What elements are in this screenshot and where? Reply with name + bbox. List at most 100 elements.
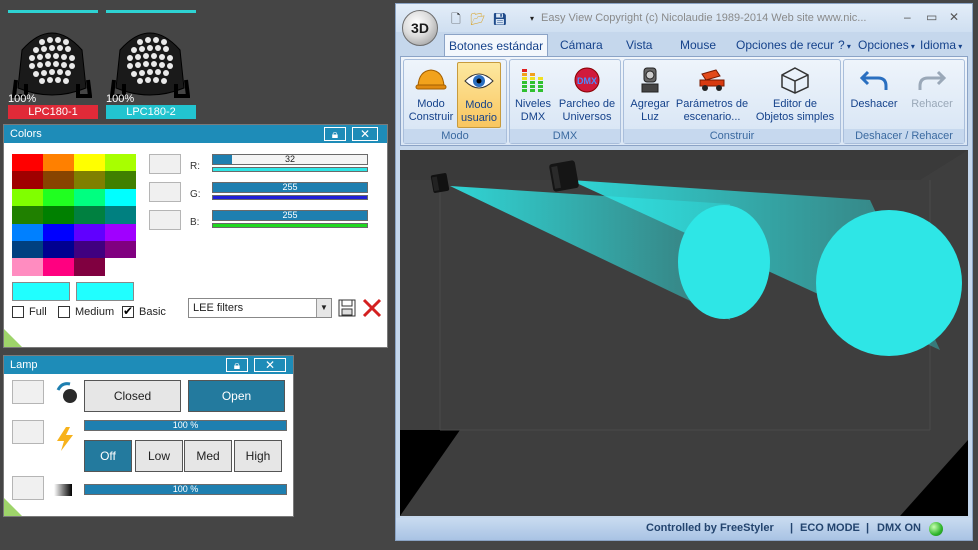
tab-label: Botones estándar [449,39,544,53]
palette-color-cell[interactable] [105,188,136,207]
palette-color-cell[interactable] [12,154,43,172]
resize-grip[interactable] [4,498,22,516]
strobe-off-button[interactable]: Off [84,440,132,472]
niveles-dmx-button[interactable]: Niveles DMX [512,62,554,128]
blue-slider[interactable]: 255 [212,210,368,221]
palette-color-cell[interactable] [43,188,74,207]
full-checkbox[interactable]: Full [12,306,47,318]
palette-color-cell[interactable] [12,258,43,276]
save-icon[interactable] [338,299,356,317]
palette-color-cell[interactable] [105,241,136,259]
minimize-icon[interactable]: – [904,10,911,24]
palette-color-cell[interactable] [105,171,136,189]
shutter-closed-button[interactable]: Closed [84,380,181,412]
modo-usuario-button[interactable]: Modo usuario [457,62,501,128]
maximize-icon[interactable]: ▭ [926,10,937,24]
close-icon[interactable]: ✕ [254,358,286,372]
close-icon[interactable]: ✕ [352,127,378,141]
palette-color-cell[interactable] [12,241,43,259]
strobe-med-button[interactable]: Med [184,440,232,472]
tab-botones-estandar[interactable]: Botones estándar [444,34,549,58]
palette-color-cell[interactable] [43,223,74,241]
tab-idioma[interactable]: Idioma ▾ [916,36,966,54]
palette-color-cell[interactable] [12,223,43,241]
red-slider[interactable]: 32 [212,154,368,165]
current-color-swatch[interactable] [12,282,70,301]
palette-color-cell[interactable] [105,154,136,172]
palette-color-cell[interactable] [74,258,105,276]
parametros-escenario-button[interactable]: Parámetros de escenario... [674,62,750,128]
pin-icon[interactable]: 🔒︎ [226,358,248,372]
fixture-tile[interactable]: 100% LPC180-2 [106,10,196,120]
app-orb-button[interactable]: 3D [402,10,438,46]
palette-color-cell[interactable] [74,223,105,241]
full-checkbox-box[interactable] [12,306,24,318]
rehacer-button[interactable]: Rehacer [904,62,960,128]
shutter-open-button[interactable]: Open [188,380,285,412]
palette-color-cell[interactable] [74,171,105,189]
palette-color-cell[interactable] [12,206,43,224]
shutter-channel-button[interactable] [12,380,44,404]
palette-color-cell[interactable] [43,206,74,224]
green-slider[interactable]: 255 [212,182,368,193]
intensity-slider[interactable]: 100 % [84,420,287,431]
pin-icon[interactable]: 🔒︎ [324,127,346,141]
strobe-high-button[interactable]: High [234,440,282,472]
window-titlebar[interactable]: 🗋︎ 📂︎ 💾︎ ▾ Easy View Copyright (c) Nicol… [396,4,972,32]
lamp-panel-titlebar[interactable]: Lamp 🔒︎ ✕ [4,356,293,374]
palette-color-cell[interactable] [105,258,136,276]
medium-checkbox[interactable]: Medium [58,306,114,318]
tab-help[interactable]: ? ▾ [834,36,855,54]
filter-select[interactable]: LEE filters ▼ [188,298,332,318]
tab-vista[interactable]: Vista [622,36,656,54]
fixture-model[interactable] [549,160,579,192]
agregar-luz-button[interactable]: Agregar Luz [628,62,672,128]
colors-panel-titlebar[interactable]: Colors 🔒︎ ✕ [4,125,387,143]
dimmer-slider[interactable]: 100 % [84,484,287,495]
palette-color-cell[interactable] [105,223,136,241]
basic-checkbox-box[interactable] [122,304,134,318]
fixture-model[interactable] [430,173,450,194]
3d-viewport[interactable] [400,150,968,516]
chevron-down-icon[interactable]: ▼ [316,299,331,317]
open-folder-icon[interactable]: 📂︎ [470,11,486,27]
modo-construir-button[interactable]: Modo Construir [408,62,454,128]
palette-color-cell[interactable] [12,188,43,207]
palette-color-cell[interactable] [74,206,105,224]
dimmer-channel-button[interactable] [12,476,44,500]
delete-icon[interactable] [361,297,383,319]
basic-checkbox[interactable]: Basic [122,304,166,318]
fixture-select-bar [106,10,196,13]
resize-grip[interactable] [4,329,22,347]
strobe-channel-button[interactable] [12,420,44,444]
save-icon[interactable]: 💾︎ [492,11,508,27]
green-channel-button[interactable] [149,182,181,202]
deshacer-button[interactable]: Deshacer [846,62,902,128]
new-file-icon[interactable]: 🗋︎ [448,11,464,27]
tab-mouse[interactable]: Mouse [676,36,720,54]
red-channel-button[interactable] [149,154,181,174]
medium-checkbox-box[interactable] [58,306,70,318]
blue-channel-button[interactable] [149,210,181,230]
palette-color-cell[interactable] [74,241,105,259]
previous-color-swatch[interactable] [76,282,134,301]
palette-color-cell[interactable] [12,171,43,189]
fixture-tile[interactable]: 100% LPC180-1 [8,10,98,120]
parcheo-universos-button[interactable]: DMX Parcheo de Universos [556,62,618,128]
palette-color-cell[interactable] [43,171,74,189]
palette-color-cell[interactable] [43,241,74,259]
colors-panel: Colors 🔒︎ ✕ R: G: B: 32 255 255 Full Med… [3,124,388,348]
tab-opciones-de-recur[interactable]: Opciones de recur [732,36,838,54]
tab-camara[interactable]: Cámara [556,36,607,54]
palette-color-cell[interactable] [105,206,136,224]
palette-color-cell[interactable] [74,154,105,172]
editor-objetos-button[interactable]: Editor de Objetos simples [752,62,838,128]
full-label: Full [29,306,47,318]
tab-opciones[interactable]: Opciones ▾ [854,36,919,54]
customize-toolbar-icon[interactable]: ▾ [524,11,540,27]
palette-color-cell[interactable] [74,188,105,207]
palette-color-cell[interactable] [43,154,74,172]
palette-color-cell[interactable] [43,258,74,276]
close-icon[interactable]: ✕ [949,10,959,24]
strobe-low-button[interactable]: Low [135,440,183,472]
